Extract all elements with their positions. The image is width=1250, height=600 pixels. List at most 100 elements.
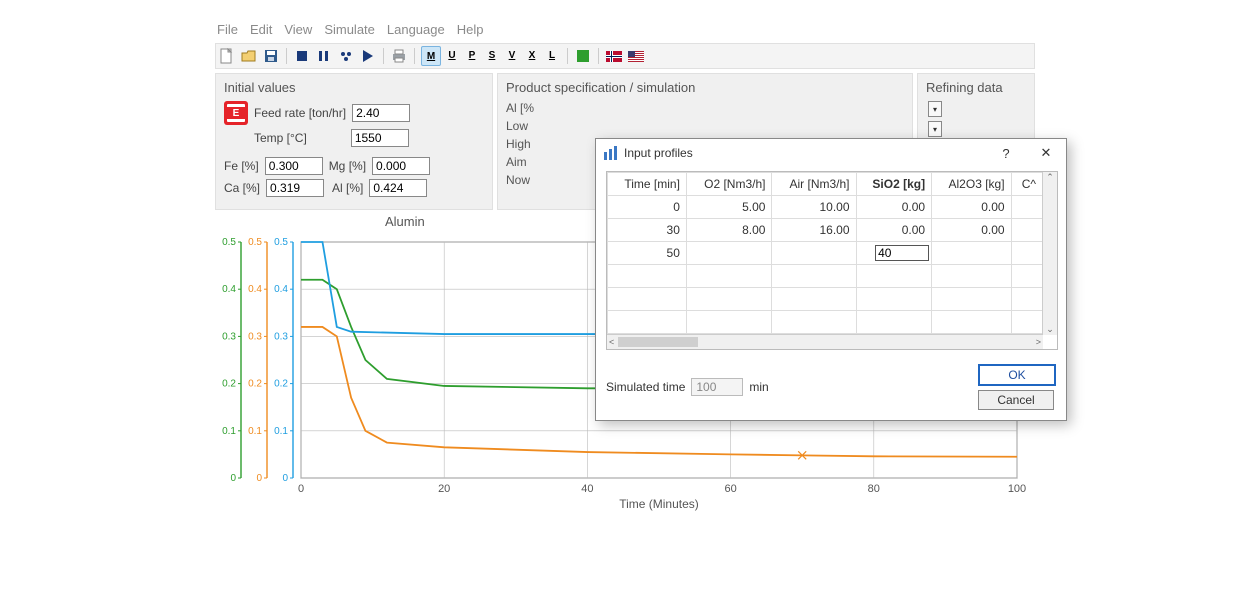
grid-row-empty[interactable] <box>608 311 1043 334</box>
run-green-icon[interactable] <box>574 47 592 65</box>
chart-view-s-button[interactable]: S <box>483 46 501 64</box>
chart-view-x-button[interactable]: X <box>523 46 541 64</box>
grid-cell[interactable]: 50 <box>608 242 687 265</box>
grid-header[interactable]: Air [Nm3/h] <box>772 173 856 196</box>
grid-row-empty[interactable] <box>608 265 1043 288</box>
menu-edit[interactable]: Edit <box>250 22 272 37</box>
grid-cell[interactable]: 0.00 <box>856 219 932 242</box>
grid-row[interactable]: 05.0010.000.000.00 <box>608 196 1043 219</box>
panel-prodspec-title: Product specification / simulation <box>506 80 904 95</box>
fe-input[interactable] <box>265 157 323 175</box>
svg-text:0.4: 0.4 <box>274 284 288 295</box>
step-icon[interactable] <box>337 47 355 65</box>
open-icon[interactable] <box>240 47 258 65</box>
dialog-titlebar[interactable]: Input profiles ? ✕ <box>596 139 1066 167</box>
svg-text:0.3: 0.3 <box>248 331 262 342</box>
pause-icon[interactable] <box>315 47 333 65</box>
svg-text:0.5: 0.5 <box>222 237 236 248</box>
grid-cell[interactable]: 30 <box>608 219 687 242</box>
cancel-button[interactable]: Cancel <box>978 390 1054 410</box>
chart-view-m-button[interactable]: M <box>421 46 441 66</box>
refining-combo-1[interactable]: ▾ <box>928 101 942 117</box>
grid-header[interactable]: Al2O3 [kg] <box>932 173 1011 196</box>
svg-text:0: 0 <box>230 473 236 484</box>
app-window: File Edit View Simulate Language Help <box>215 20 1035 580</box>
grid-cell[interactable] <box>686 242 772 265</box>
svg-text:0.2: 0.2 <box>274 379 288 390</box>
simtime-label: Simulated time <box>606 380 685 394</box>
hscroll-thumb[interactable] <box>618 337 698 347</box>
ca-label: Ca [%] <box>224 181 260 195</box>
chart-view-p-button[interactable]: P <box>463 46 481 64</box>
grid-cell-editing[interactable] <box>875 245 929 261</box>
grid-header[interactable]: SiO2 [kg] <box>856 173 932 196</box>
play-icon[interactable] <box>359 47 377 65</box>
grid-horizontal-scrollbar[interactable]: <> <box>607 334 1043 349</box>
grid-cell[interactable]: 5.00 <box>686 196 772 219</box>
grid-cell[interactable]: 0.00 <box>932 219 1011 242</box>
grid-header[interactable]: O2 [Nm3/h] <box>686 173 772 196</box>
ok-button[interactable]: OK <box>978 364 1056 386</box>
menu-language[interactable]: Language <box>387 22 445 37</box>
grid-cell[interactable] <box>772 242 856 265</box>
dialog-close-button[interactable]: ✕ <box>1034 145 1058 161</box>
menu-simulate[interactable]: Simulate <box>324 22 375 37</box>
app-logo-icon: E <box>224 101 248 125</box>
chart-view-v-button[interactable]: V <box>503 46 521 64</box>
grid-vertical-scrollbar[interactable]: ⌃⌄ <box>1042 172 1057 335</box>
grid-row[interactable]: 308.0016.000.000.00 <box>608 219 1043 242</box>
grid-cell[interactable]: 16.00 <box>772 219 856 242</box>
mg-input[interactable] <box>372 157 430 175</box>
al-input[interactable] <box>369 179 427 197</box>
grid-cell[interactable] <box>1011 196 1042 219</box>
ca-input[interactable] <box>266 179 324 197</box>
print-icon[interactable] <box>390 47 408 65</box>
flag-usa-icon[interactable] <box>627 47 645 65</box>
grid-row[interactable]: 50 <box>608 242 1043 265</box>
grid-cell[interactable]: 0 <box>608 196 687 219</box>
grid-row-empty[interactable] <box>608 288 1043 311</box>
menu-help[interactable]: Help <box>457 22 484 37</box>
menu-file[interactable]: File <box>217 22 238 37</box>
grid-cell[interactable] <box>856 242 932 265</box>
stop-icon[interactable] <box>293 47 311 65</box>
svg-text:0.3: 0.3 <box>274 331 288 342</box>
chart-buttons: MUPSVXL <box>421 46 561 66</box>
save-icon[interactable] <box>262 47 280 65</box>
grid-cell[interactable] <box>932 242 1011 265</box>
flag-norway-icon[interactable] <box>605 47 623 65</box>
svg-text:0: 0 <box>256 473 262 484</box>
prodspec-row-al: Al [% <box>506 101 904 115</box>
temp-input[interactable] <box>351 129 409 147</box>
grid-cell[interactable] <box>1011 219 1042 242</box>
svg-text:Time (Minutes): Time (Minutes) <box>619 497 699 511</box>
svg-text:0.4: 0.4 <box>222 284 236 295</box>
grid-header[interactable]: C^ <box>1011 173 1042 196</box>
grid-cell[interactable]: 0.00 <box>932 196 1011 219</box>
new-icon[interactable] <box>218 47 236 65</box>
svg-text:0.1: 0.1 <box>222 426 236 437</box>
temp-label: Temp [°C] <box>254 131 307 145</box>
svg-text:40: 40 <box>581 483 593 495</box>
profiles-grid[interactable]: Time [min]O2 [Nm3/h]Air [Nm3/h]SiO2 [kg]… <box>606 171 1058 350</box>
grid-cell[interactable]: 10.00 <box>772 196 856 219</box>
svg-text:100: 100 <box>1008 483 1026 495</box>
chart-view-u-button[interactable]: U <box>443 46 461 64</box>
menu-view[interactable]: View <box>284 22 312 37</box>
simtime-value: 100 <box>691 378 743 396</box>
refining-combo-2[interactable]: ▾ <box>928 121 942 137</box>
dialog-title: Input profiles <box>624 146 693 160</box>
svg-text:60: 60 <box>724 483 736 495</box>
grid-cell[interactable]: 0.00 <box>856 196 932 219</box>
svg-text:0: 0 <box>282 473 288 484</box>
feed-rate-input[interactable] <box>352 104 410 122</box>
dialog-help-button[interactable]: ? <box>994 146 1018 161</box>
svg-text:0.1: 0.1 <box>248 426 262 437</box>
chart-view-l-button[interactable]: L <box>543 46 561 64</box>
grid-cell[interactable] <box>1011 242 1042 265</box>
grid-header[interactable]: Time [min] <box>608 173 687 196</box>
grid-cell[interactable]: 8.00 <box>686 219 772 242</box>
panel-initial-title: Initial values <box>224 80 484 95</box>
panel-refining-title: Refining data <box>926 80 1026 95</box>
svg-text:20: 20 <box>438 483 450 495</box>
